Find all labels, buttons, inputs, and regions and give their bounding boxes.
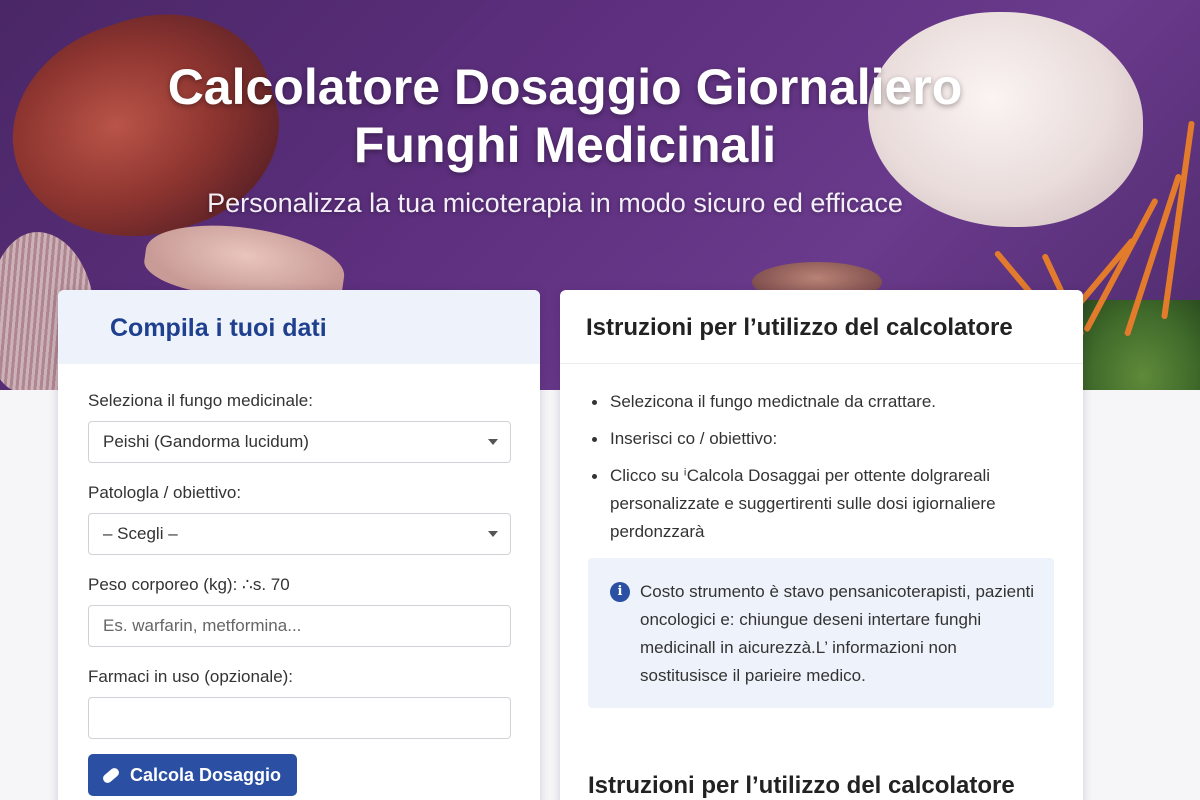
pathology-select-label: Patologla / obiettivo:	[88, 483, 242, 502]
dosage-form: Seleziona il fungo medicinale: Peishi (G…	[58, 364, 540, 796]
info-notice: i Costo strumento è stavo pensanicoterap…	[588, 558, 1054, 708]
mushroom-select[interactable]: Peishi (Gandorma lucidum)	[88, 421, 511, 463]
info-notice-text: Costo strumento è stavo pensanicoterapis…	[640, 582, 1035, 685]
instructions-card: Istruzioni per l’utilizzo del calcolator…	[560, 290, 1083, 800]
mushroom-select-value: Peishi (Gandorma lucidum)	[103, 432, 309, 451]
page-title-line-2: Funghi Medicinali	[353, 117, 777, 173]
page-subtitle: Personalizza la tua micoterapia in modo …	[207, 188, 903, 218]
form-card-title: Compila i tuoi dati	[110, 314, 327, 342]
drugs-field-label: Farmaci in uso (opzionale):	[88, 667, 294, 686]
calculate-dosage-button-label: Calcola Dosaggio	[130, 764, 282, 785]
pathology-select[interactable]: – Scegli –	[88, 513, 511, 555]
instructions-section-title: Istruzioni per l’utilizzo del calcolator…	[588, 772, 1015, 799]
info-icon: i	[610, 582, 630, 602]
list-item: Inserisci co / obiettivo:	[590, 425, 1083, 453]
page-title: Calcolatore Dosaggio Giornaliero Funghi …	[0, 58, 1130, 174]
calculate-dosage-button[interactable]: Calcola Dosaggio	[88, 754, 298, 796]
page-title-line-1: Calcolatore Dosaggio Giornaliero	[167, 59, 963, 115]
list-item: Clicco su ⁱCalcola Dosaggai per ottente …	[590, 462, 1020, 546]
weight-field-label: Peso corporeo (kg): ∴s. 70	[88, 575, 290, 594]
weight-input[interactable]	[88, 605, 511, 647]
list-item: Selezicona il fungo medictnale da crratt…	[590, 388, 1083, 416]
drugs-input[interactable]	[88, 697, 511, 739]
instructions-list: Selezicona il fungo medictnale da crratt…	[560, 364, 1083, 546]
pathology-select-value: – Scegli –	[103, 524, 178, 543]
form-card-header: Compila i tuoi dati	[58, 290, 540, 364]
pill-icon	[101, 765, 121, 785]
mushroom-select-label: Seleziona il fungo medicinale:	[88, 391, 313, 410]
form-card: Compila i tuoi dati Seleziona il fungo m…	[58, 290, 540, 800]
instructions-card-header: Istruzioni per l’utilizzo del calcolator…	[560, 290, 1083, 364]
instructions-card-title: Istruzioni per l’utilizzo del calcolator…	[586, 314, 1013, 341]
chevron-down-icon	[488, 531, 498, 537]
chevron-down-icon	[488, 439, 498, 445]
